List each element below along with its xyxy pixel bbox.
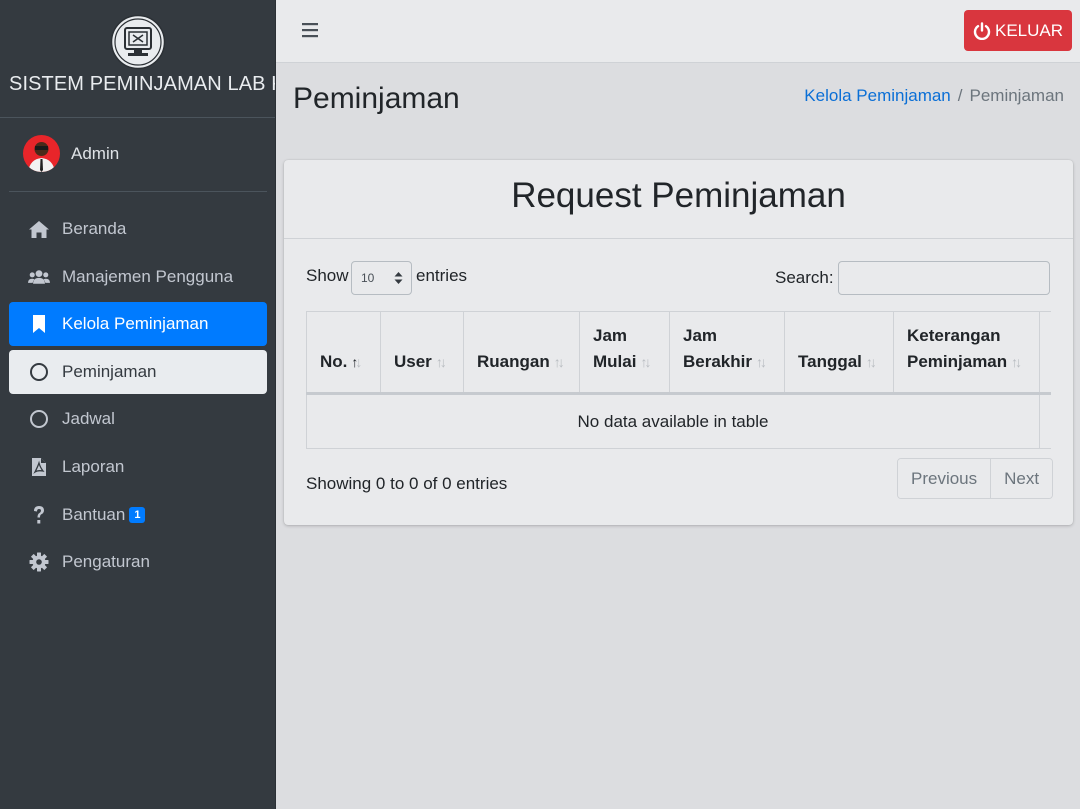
- column-header-user[interactable]: User ↑↓: [380, 311, 464, 395]
- table-cell: [1039, 393, 1051, 449]
- sort-icon: ↑↓: [865, 354, 877, 370]
- sidebar-item-label: Peminjaman: [62, 361, 157, 381]
- entries-length-value: 10: [361, 271, 375, 285]
- sidebar-item-label: Laporan: [62, 456, 125, 476]
- column-header-jam-berakhir[interactable]: Jam Berakhir ↑↓: [669, 311, 785, 395]
- sort-icon: ↑↓: [755, 354, 767, 370]
- column-header-label: Mulai: [593, 352, 637, 371]
- request-card: Request Peminjaman Show 10 entries Searc…: [284, 160, 1073, 525]
- logout-label: KELUAR: [994, 20, 1064, 40]
- column-header-jam-mulai[interactable]: Jam Mulai ↑↓: [579, 311, 670, 395]
- column-header-ruangan[interactable]: Ruangan ↑↓: [463, 311, 580, 395]
- sidebar-item-manajemen-pengguna[interactable]: Manajemen Pengguna: [9, 255, 267, 299]
- question-icon: [28, 505, 50, 525]
- table-row: No data available in table: [306, 393, 1051, 449]
- table-info: Showing 0 to 0 of 0 entries: [306, 474, 508, 493]
- user-name[interactable]: Admin: [71, 144, 119, 164]
- sidebar-item-beranda[interactable]: Beranda: [9, 207, 267, 251]
- column-header-line1: Jam: [593, 326, 628, 345]
- hamburger-icon: [302, 23, 318, 38]
- sort-icon: ↑↓: [640, 354, 651, 370]
- avatar[interactable]: [23, 135, 60, 172]
- column-header-label: Berakhir: [683, 352, 752, 371]
- entries-label: entries: [416, 266, 468, 285]
- brand-logo-icon: [110, 14, 166, 70]
- card-title: Request Peminjaman: [511, 176, 846, 215]
- file-pdf-icon: [28, 457, 50, 477]
- brand-title: SISTEM PEMINJAMAN LAB KOMPUTER: [9, 73, 275, 95]
- sidebar: SISTEM PEMINJAMAN LAB KOMPUTER Admin Ber…: [0, 0, 276, 809]
- column-header-label: Tanggal: [798, 352, 862, 371]
- select-arrows-icon: [394, 272, 403, 284]
- sidebar-nav: Beranda Manajemen Pengguna Kelola Peminj…: [9, 207, 267, 588]
- notification-badge: 1: [129, 506, 146, 523]
- logout-button[interactable]: KELUAR: [964, 10, 1072, 51]
- circle-icon: [28, 362, 50, 382]
- sidebar-item-jadwal[interactable]: Jadwal: [9, 397, 267, 441]
- request-table: No. ↑↓ User ↑↓ Ruangan ↑↓ Jam Mulai ↑↓ J…: [306, 311, 1051, 449]
- sidebar-item-label: Pengaturan: [62, 552, 150, 572]
- users-icon: [28, 267, 50, 287]
- sort-asc-icon: ↑↓: [351, 354, 362, 370]
- power-icon: [973, 21, 991, 40]
- column-header-line1: Keterangan: [907, 326, 1001, 345]
- column-header-label: User: [394, 352, 432, 371]
- sort-icon: ↑↓: [553, 354, 565, 370]
- breadcrumb-current: Peminjaman: [969, 86, 1065, 105]
- sort-icon: ↑↓: [435, 354, 447, 370]
- column-header-label: No.: [320, 352, 348, 371]
- column-header-no[interactable]: No. ↑↓: [306, 311, 381, 395]
- sidebar-item-text: Bantuan: [62, 504, 126, 524]
- show-label: Show: [306, 266, 349, 285]
- sidebar-item-laporan[interactable]: Laporan: [9, 445, 267, 489]
- circle-icon: [28, 409, 50, 429]
- page-title: Peminjaman: [293, 82, 460, 115]
- column-header-line1: Jam: [683, 326, 718, 345]
- sidebar-item-label: Beranda: [62, 219, 127, 238]
- next-button[interactable]: Next: [990, 459, 1053, 498]
- sidebar-item-kelola-peminjaman[interactable]: Kelola Peminjaman: [9, 302, 267, 347]
- sort-icon: ↑↓: [1011, 354, 1022, 370]
- bookmark-icon: [28, 314, 50, 334]
- breadcrumb-separator: /: [957, 86, 963, 105]
- previous-button[interactable]: Previous: [898, 459, 991, 498]
- brand-link[interactable]: SISTEM PEMINJAMAN LAB KOMPUTER: [0, 0, 275, 118]
- sidebar-item-label: Bantuan 1: [62, 504, 146, 525]
- topbar: KELUAR: [276, 0, 1080, 63]
- gear-icon: [28, 552, 50, 572]
- home-icon: [28, 219, 50, 239]
- sidebar-item-label: Jadwal: [62, 409, 115, 429]
- column-header-overflow[interactable]: [1039, 311, 1051, 395]
- pagination: Previous Next: [897, 458, 1054, 499]
- sidebar-item-label: Manajemen Pengguna: [62, 266, 234, 286]
- sidebar-item-peminjaman[interactable]: Peminjaman: [9, 349, 267, 394]
- table-header-row: No. ↑↓ User ↑↓ Ruangan ↑↓ Jam Mulai ↑↓ J…: [306, 311, 1051, 395]
- sidebar-item-bantuan[interactable]: Bantuan 1: [9, 493, 267, 537]
- sidebar-item-label: Kelola Peminjaman: [62, 314, 209, 334]
- sidebar-item-pengaturan[interactable]: Pengaturan: [9, 540, 267, 584]
- breadcrumb-link-kelola-peminjaman[interactable]: Kelola Peminjaman: [804, 86, 950, 105]
- user-avatar-icon: [23, 135, 60, 172]
- column-header-label: Ruangan: [477, 352, 550, 371]
- breadcrumb: Kelola Peminjaman / Peminjaman: [804, 86, 1064, 106]
- user-panel[interactable]: Admin: [9, 118, 267, 192]
- table-container: No. ↑↓ User ↑↓ Ruangan ↑↓ Jam Mulai ↑↓ J…: [306, 311, 1051, 449]
- search-label: Search:: [775, 268, 834, 287]
- entries-length-select[interactable]: 10: [351, 261, 412, 295]
- column-header-label: Peminjaman: [907, 352, 1008, 371]
- card-header: Request Peminjaman: [284, 160, 1073, 239]
- column-header-keterangan-peminjaman[interactable]: Keterangan Peminjaman ↑↓: [893, 311, 1040, 395]
- menu-toggle-button[interactable]: [301, 21, 319, 39]
- search-input[interactable]: [838, 261, 1050, 295]
- empty-table-message: No data available in table: [306, 393, 1040, 449]
- column-header-tanggal[interactable]: Tanggal ↑↓: [784, 311, 894, 395]
